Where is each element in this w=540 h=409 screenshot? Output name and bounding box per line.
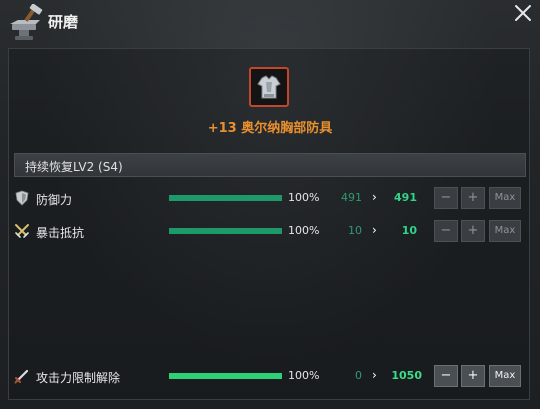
window-title: 研磨 bbox=[48, 13, 79, 31]
stat-target-value: 1050 bbox=[391, 369, 422, 382]
stat-label: 暴击抵抗 bbox=[36, 226, 85, 240]
stat-row-crit-resist: 暴击抵抗 100% 10 › 10 − + Max bbox=[0, 220, 540, 244]
sword-icon bbox=[14, 369, 29, 384]
close-icon[interactable] bbox=[512, 2, 534, 24]
item-name: +13 奥尔纳胸部防具 bbox=[207, 121, 333, 136]
stat-progress-bar bbox=[169, 228, 282, 234]
option-header: 持续恢复LV2 (S4) bbox=[14, 153, 526, 177]
stat-current-value: 491 bbox=[341, 191, 362, 204]
max-button[interactable]: Max bbox=[489, 187, 521, 209]
shield-icon bbox=[15, 190, 29, 206]
chest-armor-icon bbox=[257, 75, 281, 99]
decrease-button[interactable]: − bbox=[434, 187, 458, 209]
arrow-right-icon: › bbox=[372, 368, 377, 382]
stat-progress-fill bbox=[169, 228, 282, 234]
increase-button[interactable]: + bbox=[461, 220, 485, 242]
arrow-right-icon: › bbox=[372, 190, 377, 204]
item-slot[interactable] bbox=[249, 67, 289, 107]
stat-percent: 100% bbox=[288, 191, 320, 204]
option-label: 持续恢复LV2 (S4) bbox=[25, 160, 123, 174]
arrow-right-icon: › bbox=[372, 223, 377, 237]
stat-label: 防御力 bbox=[36, 193, 73, 207]
stat-percent: 100% bbox=[288, 369, 320, 382]
anvil-hammer-icon bbox=[10, 4, 43, 40]
stat-current-value: 10 bbox=[348, 224, 362, 237]
stat-target-value: 491 bbox=[394, 191, 417, 204]
stat-row-attack-limit: 攻击力限制解除 100% 0 › 1050 − + Max bbox=[0, 365, 540, 389]
stat-label: 攻击力限制解除 bbox=[36, 371, 121, 385]
decrease-button[interactable]: − bbox=[434, 220, 458, 242]
decrease-button[interactable]: − bbox=[434, 365, 458, 387]
crossed-swords-icon bbox=[15, 224, 29, 238]
stat-progress-fill bbox=[169, 195, 282, 201]
title-bar: 研磨 bbox=[0, 0, 540, 44]
stat-progress-bar bbox=[169, 195, 282, 201]
refine-window: 研磨 +13 奥尔纳胸部防具 持续恢复LV2 (S4) 防御力 100% 491… bbox=[0, 0, 540, 409]
increase-button[interactable]: + bbox=[461, 187, 485, 209]
max-button[interactable]: Max bbox=[489, 365, 521, 387]
stat-progress-bar bbox=[169, 373, 282, 379]
stat-row-defense: 防御力 100% 491 › 491 − + Max bbox=[0, 187, 540, 211]
stat-percent: 100% bbox=[288, 224, 320, 237]
stat-progress-fill bbox=[169, 373, 282, 379]
max-button[interactable]: Max bbox=[489, 220, 521, 242]
stat-current-value: 0 bbox=[355, 369, 362, 382]
stat-target-value: 10 bbox=[401, 224, 417, 237]
increase-button[interactable]: + bbox=[461, 365, 485, 387]
